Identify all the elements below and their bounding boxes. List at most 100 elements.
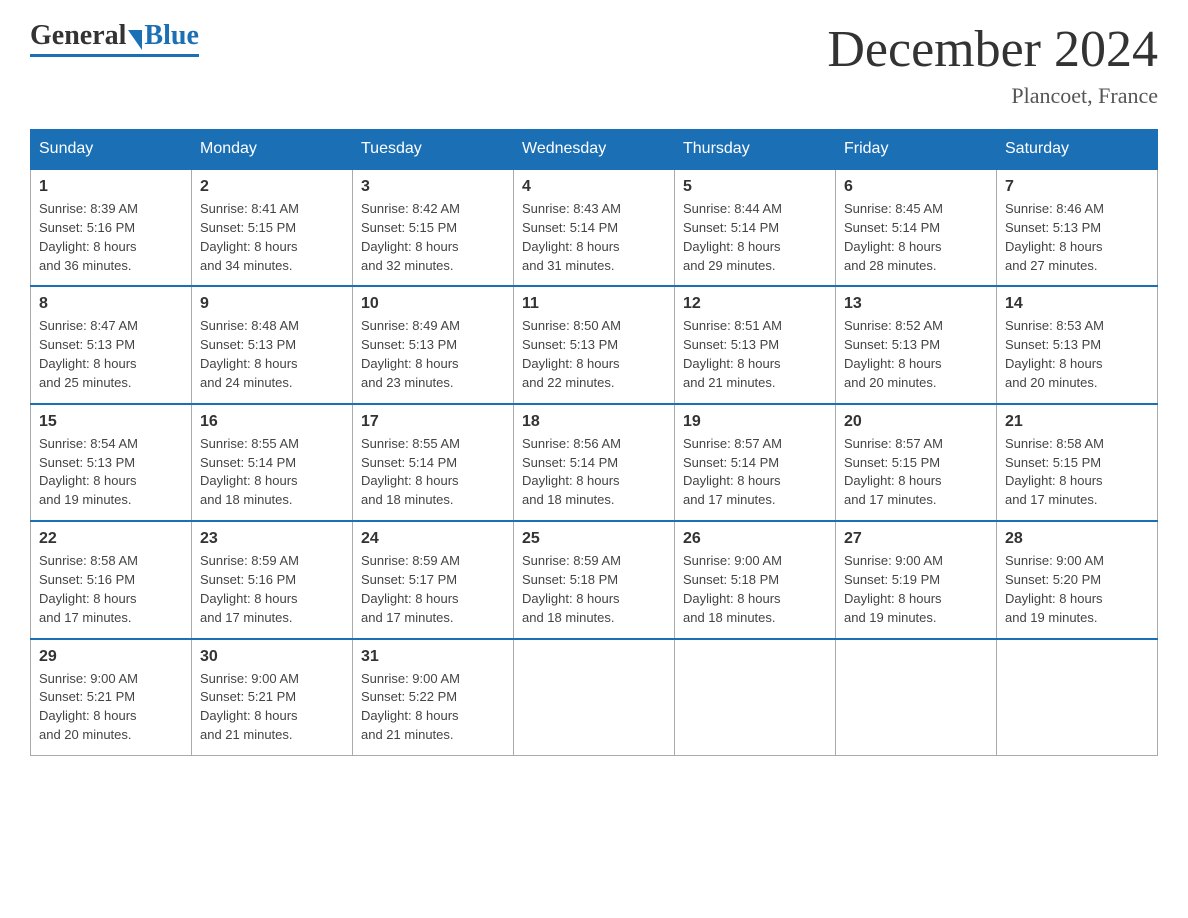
day-info: Sunrise: 9:00 AMSunset: 5:22 PMDaylight:…	[361, 670, 505, 745]
day-info: Sunrise: 8:54 AMSunset: 5:13 PMDaylight:…	[39, 435, 183, 510]
calendar-cell: 6 Sunrise: 8:45 AMSunset: 5:14 PMDaylight…	[836, 169, 997, 286]
day-number: 11	[522, 295, 666, 313]
header-tuesday: Tuesday	[353, 130, 514, 170]
day-number: 8	[39, 295, 183, 313]
day-info: Sunrise: 8:56 AMSunset: 5:14 PMDaylight:…	[522, 435, 666, 510]
calendar-cell: 12Sunrise: 8:51 AMSunset: 5:13 PMDayligh…	[675, 286, 836, 403]
day-number: 14	[1005, 295, 1149, 313]
day-info: Sunrise: 8:58 AMSunset: 5:16 PMDaylight:…	[39, 552, 183, 627]
calendar-cell: 19 Sunrise: 8:57 AMSunset: 5:14 PMDayligh…	[675, 404, 836, 521]
day-info: Sunrise: 8:43 AMSunset: 5:14 PMDaylight:…	[522, 200, 666, 275]
day-info: Sunrise: 8:59 AMSunset: 5:16 PMDaylight:…	[200, 552, 344, 627]
logo: General Blue	[30, 20, 199, 57]
day-number: 24	[361, 530, 505, 548]
logo-triangle-icon	[128, 30, 142, 50]
header-wednesday: Wednesday	[514, 130, 675, 170]
day-number: 30	[200, 648, 344, 666]
day-info: Sunrise: 8:59 AMSunset: 5:18 PMDaylight:…	[522, 552, 666, 627]
day-info: Sunrise: 8:47 AMSunset: 5:13 PMDaylight:…	[39, 317, 183, 392]
page-header: General Blue December 2024 Plancoet, Fra…	[30, 20, 1158, 109]
calendar-cell: 30Sunrise: 9:00 AMSunset: 5:21 PMDayligh…	[192, 639, 353, 756]
day-number: 31	[361, 648, 505, 666]
day-info: Sunrise: 8:55 AMSunset: 5:14 PMDaylight:…	[200, 435, 344, 510]
day-info: Sunrise: 8:57 AMSunset: 5:14 PMDaylight:…	[683, 435, 827, 510]
calendar-cell: 1 Sunrise: 8:39 AMSunset: 5:16 PMDaylight…	[31, 169, 192, 286]
month-title: December 2024	[827, 20, 1158, 79]
calendar-cell: 3Sunrise: 8:42 AMSunset: 5:15 PMDaylight…	[353, 169, 514, 286]
day-info: Sunrise: 9:00 AMSunset: 5:20 PMDaylight:…	[1005, 552, 1149, 627]
day-info: Sunrise: 8:46 AMSunset: 5:13 PMDaylight:…	[1005, 200, 1149, 275]
calendar-cell: 18 Sunrise: 8:56 AMSunset: 5:14 PMDayligh…	[514, 404, 675, 521]
day-info: Sunrise: 8:39 AMSunset: 5:16 PMDaylight:…	[39, 200, 183, 275]
day-info: Sunrise: 8:48 AMSunset: 5:13 PMDaylight:…	[200, 317, 344, 392]
header-sunday: Sunday	[31, 130, 192, 170]
day-info: Sunrise: 8:53 AMSunset: 5:13 PMDaylight:…	[1005, 317, 1149, 392]
day-info: Sunrise: 9:00 AMSunset: 5:21 PMDaylight:…	[39, 670, 183, 745]
day-info: Sunrise: 8:55 AMSunset: 5:14 PMDaylight:…	[361, 435, 505, 510]
week-row-3: 15 Sunrise: 8:54 AMSunset: 5:13 PMDayligh…	[31, 404, 1158, 521]
day-number: 28	[1005, 530, 1149, 548]
day-number: 18	[522, 413, 666, 431]
logo-blue-text: Blue	[144, 20, 198, 52]
calendar-cell	[514, 639, 675, 756]
day-info: Sunrise: 8:52 AMSunset: 5:13 PMDaylight:…	[844, 317, 988, 392]
calendar-table: Sunday Monday Tuesday Wednesday Thursday…	[30, 129, 1158, 756]
calendar-cell: 23 Sunrise: 8:59 AMSunset: 5:16 PMDayligh…	[192, 521, 353, 638]
day-info: Sunrise: 8:50 AMSunset: 5:13 PMDaylight:…	[522, 317, 666, 392]
title-section: December 2024 Plancoet, France	[827, 20, 1158, 109]
day-info: Sunrise: 8:57 AMSunset: 5:15 PMDaylight:…	[844, 435, 988, 510]
calendar-cell: 8 Sunrise: 8:47 AMSunset: 5:13 PMDaylight…	[31, 286, 192, 403]
day-number: 19	[683, 413, 827, 431]
header-thursday: Thursday	[675, 130, 836, 170]
week-row-1: 1 Sunrise: 8:39 AMSunset: 5:16 PMDaylight…	[31, 169, 1158, 286]
calendar-cell: 2Sunrise: 8:41 AMSunset: 5:15 PMDaylight…	[192, 169, 353, 286]
day-number: 5	[683, 178, 827, 196]
logo-general-text: General	[30, 20, 126, 52]
day-number: 10	[361, 295, 505, 313]
calendar-cell: 10 Sunrise: 8:49 AMSunset: 5:13 PMDayligh…	[353, 286, 514, 403]
day-info: Sunrise: 8:49 AMSunset: 5:13 PMDaylight:…	[361, 317, 505, 392]
calendar-cell: 29 Sunrise: 9:00 AMSunset: 5:21 PMDayligh…	[31, 639, 192, 756]
days-header-row: Sunday Monday Tuesday Wednesday Thursday…	[31, 130, 1158, 170]
calendar-cell: 17 Sunrise: 8:55 AMSunset: 5:14 PMDayligh…	[353, 404, 514, 521]
day-number: 15	[39, 413, 183, 431]
day-info: Sunrise: 8:41 AMSunset: 5:15 PMDaylight:…	[200, 200, 344, 275]
day-number: 17	[361, 413, 505, 431]
day-info: Sunrise: 8:45 AMSunset: 5:14 PMDaylight:…	[844, 200, 988, 275]
calendar-cell: 27Sunrise: 9:00 AMSunset: 5:19 PMDayligh…	[836, 521, 997, 638]
day-info: Sunrise: 8:51 AMSunset: 5:13 PMDaylight:…	[683, 317, 827, 392]
day-number: 9	[200, 295, 344, 313]
week-row-2: 8 Sunrise: 8:47 AMSunset: 5:13 PMDaylight…	[31, 286, 1158, 403]
day-number: 20	[844, 413, 988, 431]
week-row-4: 22Sunrise: 8:58 AMSunset: 5:16 PMDayligh…	[31, 521, 1158, 638]
day-number: 3	[361, 178, 505, 196]
calendar-cell: 13 Sunrise: 8:52 AMSunset: 5:13 PMDayligh…	[836, 286, 997, 403]
day-info: Sunrise: 8:44 AMSunset: 5:14 PMDaylight:…	[683, 200, 827, 275]
calendar-cell: 5 Sunrise: 8:44 AMSunset: 5:14 PMDaylight…	[675, 169, 836, 286]
day-number: 21	[1005, 413, 1149, 431]
day-info: Sunrise: 8:58 AMSunset: 5:15 PMDaylight:…	[1005, 435, 1149, 510]
calendar-cell: 16 Sunrise: 8:55 AMSunset: 5:14 PMDayligh…	[192, 404, 353, 521]
header-saturday: Saturday	[997, 130, 1158, 170]
header-monday: Monday	[192, 130, 353, 170]
logo-underline	[30, 54, 199, 57]
calendar-cell: 25Sunrise: 8:59 AMSunset: 5:18 PMDayligh…	[514, 521, 675, 638]
calendar-cell: 9 Sunrise: 8:48 AMSunset: 5:13 PMDaylight…	[192, 286, 353, 403]
day-number: 23	[200, 530, 344, 548]
day-number: 29	[39, 648, 183, 666]
calendar-cell: 4Sunrise: 8:43 AMSunset: 5:14 PMDaylight…	[514, 169, 675, 286]
calendar-cell: 7Sunrise: 8:46 AMSunset: 5:13 PMDaylight…	[997, 169, 1158, 286]
day-number: 27	[844, 530, 988, 548]
day-number: 26	[683, 530, 827, 548]
day-number: 13	[844, 295, 988, 313]
day-number: 16	[200, 413, 344, 431]
calendar-cell: 24 Sunrise: 8:59 AMSunset: 5:17 PMDayligh…	[353, 521, 514, 638]
calendar-cell: 26Sunrise: 9:00 AMSunset: 5:18 PMDayligh…	[675, 521, 836, 638]
day-info: Sunrise: 8:59 AMSunset: 5:17 PMDaylight:…	[361, 552, 505, 627]
day-number: 1	[39, 178, 183, 196]
calendar-cell	[997, 639, 1158, 756]
week-row-5: 29 Sunrise: 9:00 AMSunset: 5:21 PMDayligh…	[31, 639, 1158, 756]
calendar-cell: 11 Sunrise: 8:50 AMSunset: 5:13 PMDayligh…	[514, 286, 675, 403]
calendar-cell: 21 Sunrise: 8:58 AMSunset: 5:15 PMDayligh…	[997, 404, 1158, 521]
day-number: 6	[844, 178, 988, 196]
